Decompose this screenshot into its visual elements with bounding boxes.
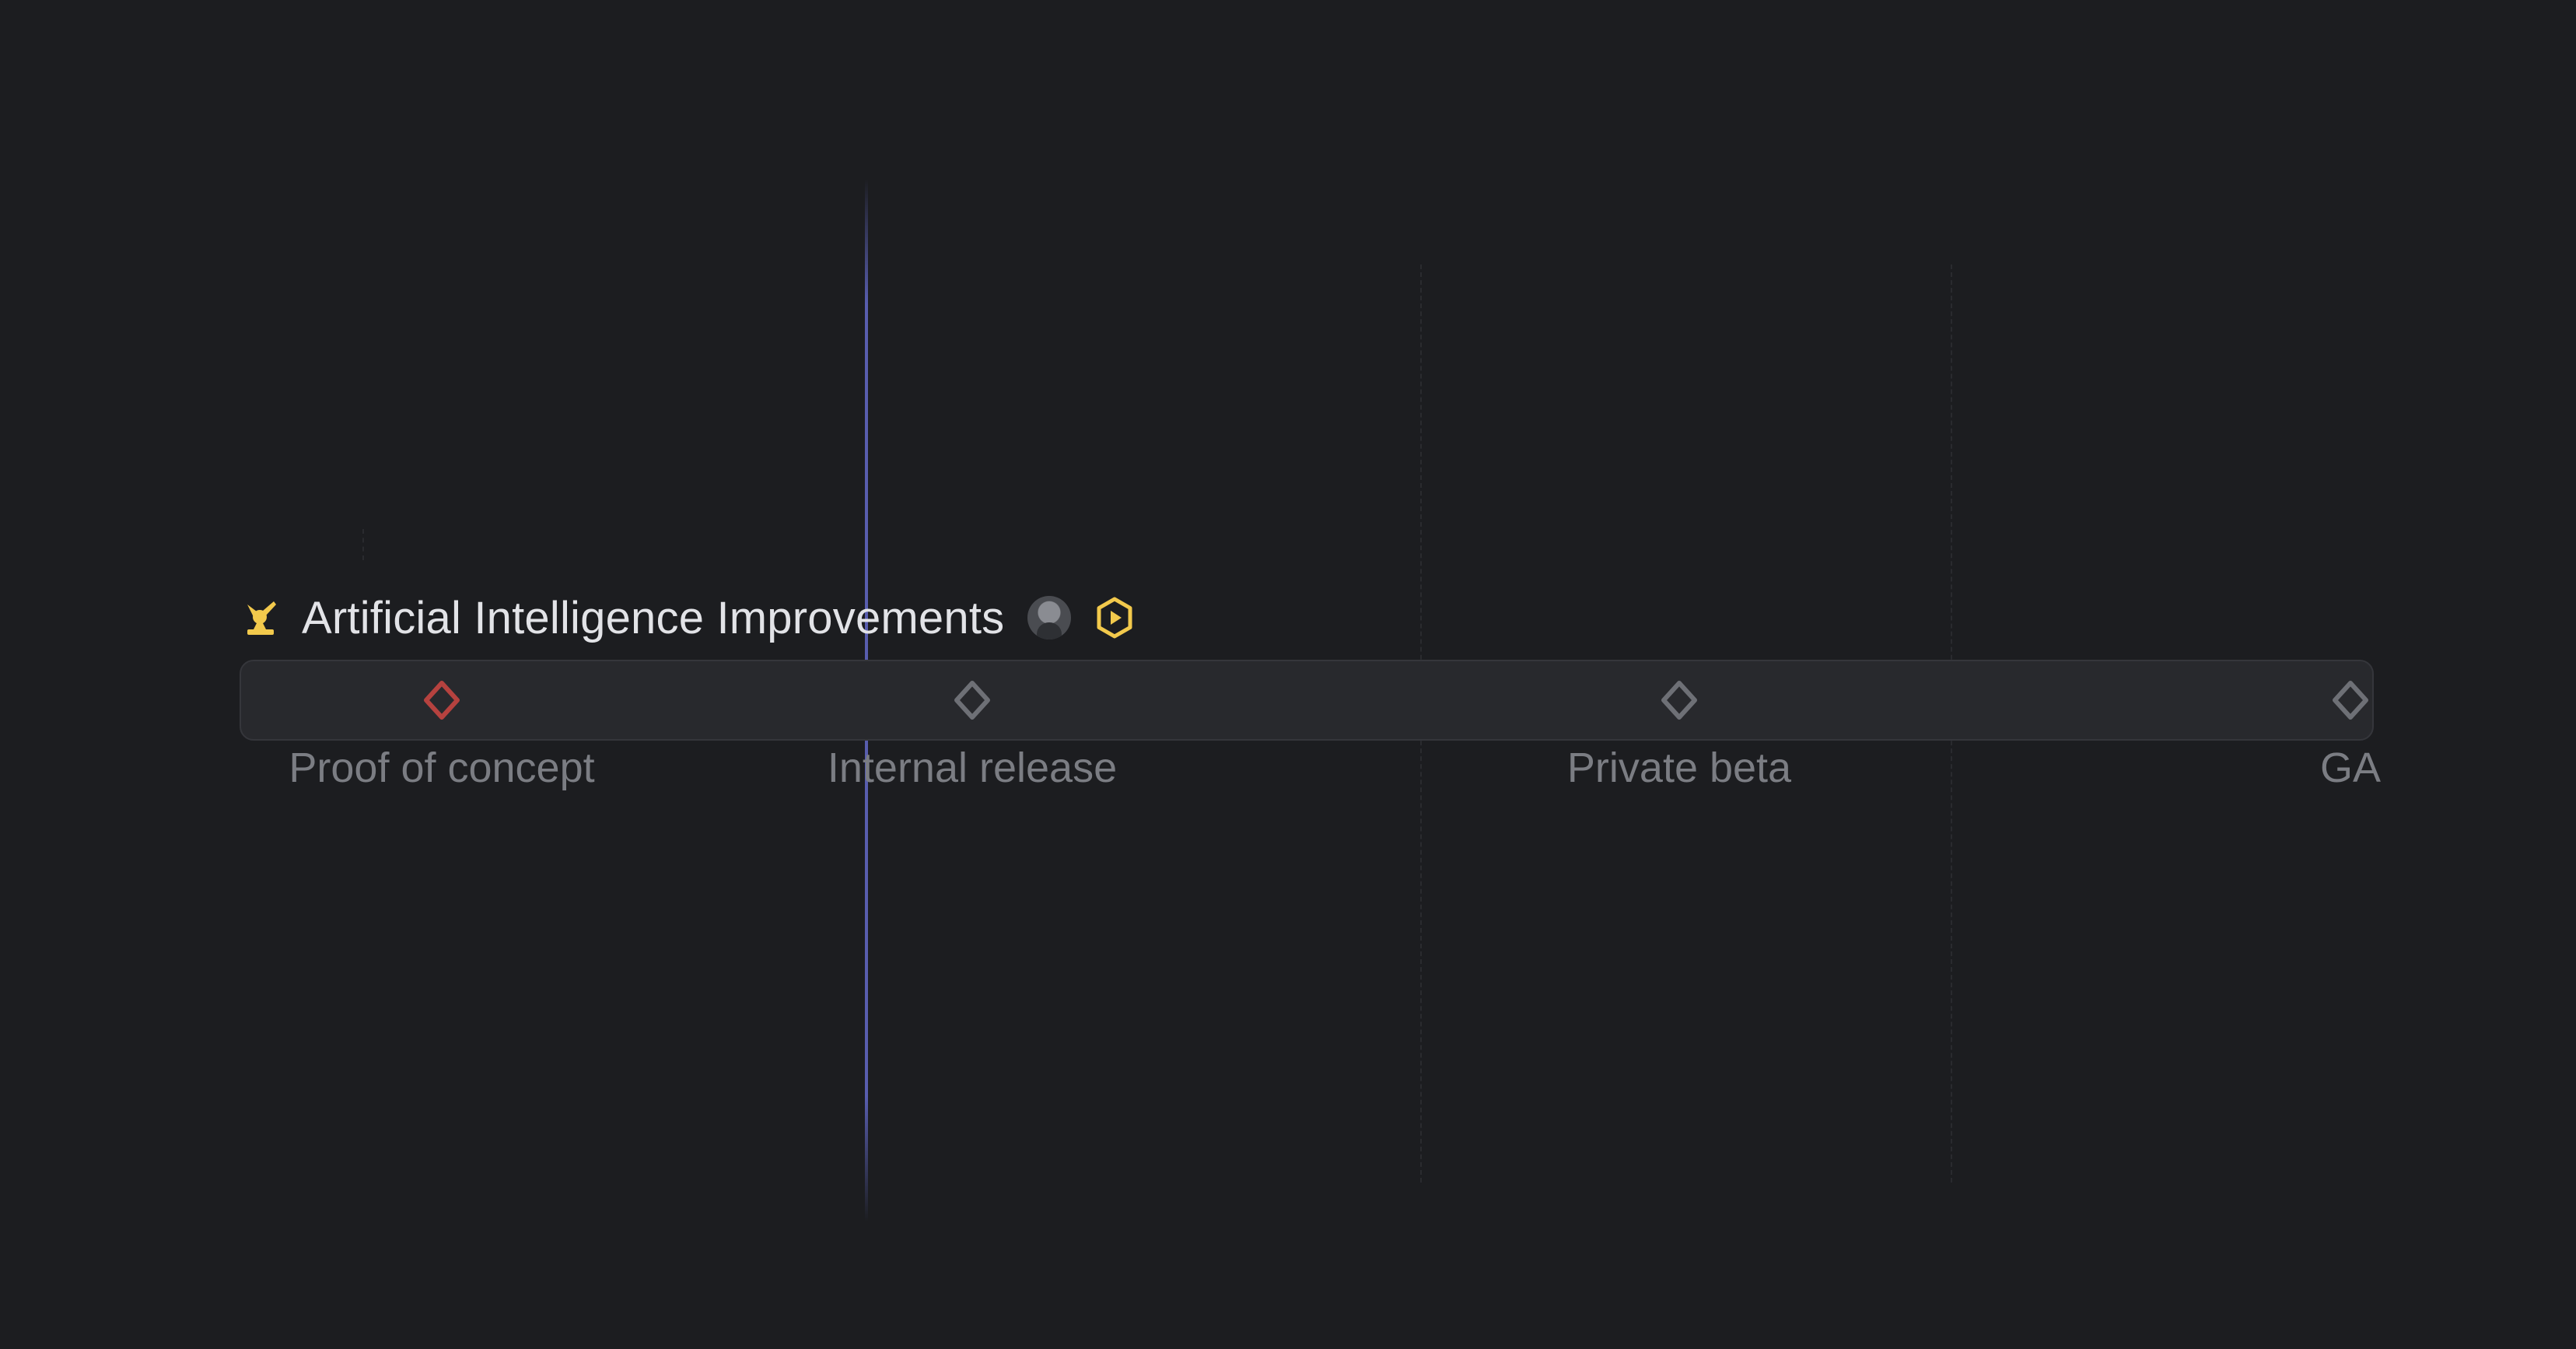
- project-timeline-bar[interactable]: [240, 660, 2374, 741]
- project-header[interactable]: Artificial Intelligence Improvements: [240, 588, 1136, 647]
- milestone-label: GA: [2319, 745, 2382, 791]
- timeline-grid-line: [362, 529, 364, 560]
- telescope-icon: [240, 597, 282, 639]
- milestone-label: Internal release: [827, 745, 1118, 791]
- project-title[interactable]: Artificial Intelligence Improvements: [299, 592, 1004, 644]
- milestone-label: Proof of concept: [289, 745, 595, 791]
- diamond-icon[interactable]: [2330, 680, 2371, 720]
- diamond-icon[interactable]: [422, 680, 462, 720]
- timeline-canvas: Artificial Intelligence Improvements Pro…: [0, 0, 2576, 1349]
- avatar[interactable]: [1027, 596, 1072, 639]
- diamond-icon[interactable]: [952, 680, 992, 720]
- diamond-icon[interactable]: [1659, 680, 1699, 720]
- in-progress-hexagon-icon[interactable]: [1093, 596, 1136, 639]
- milestone-label: Private beta: [1566, 745, 1792, 791]
